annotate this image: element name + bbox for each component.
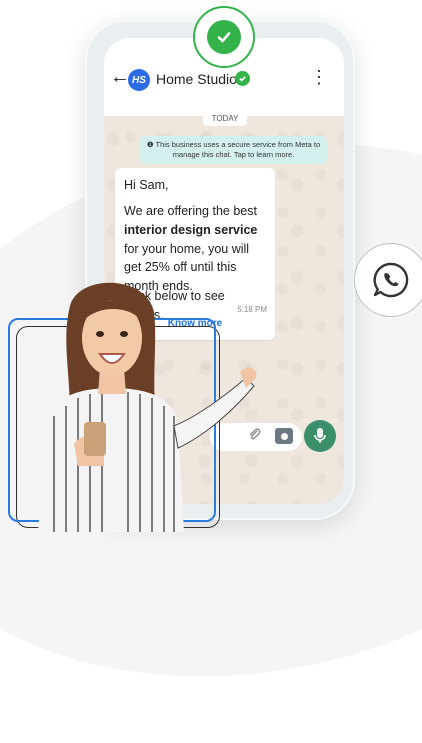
- whatsapp-icon: [354, 243, 422, 317]
- info-icon: ❶: [146, 140, 156, 149]
- offer-highlight: interior design service: [124, 222, 258, 237]
- verified-badge: [193, 6, 255, 68]
- date-divider: TODAY: [203, 110, 247, 126]
- security-notice-text: This business uses a secure service from…: [155, 140, 321, 160]
- kebab-menu-icon[interactable]: ⋮: [310, 68, 328, 86]
- back-arrow-icon[interactable]: ←: [110, 66, 130, 89]
- message-greeting: Hi Sam,: [124, 178, 169, 192]
- verified-check-icon: [235, 71, 250, 86]
- avatar[interactable]: HS: [128, 69, 150, 91]
- woman-holding-phone-photo: [38, 282, 257, 532]
- camera-icon[interactable]: [275, 428, 293, 444]
- microphone-button[interactable]: [304, 420, 336, 452]
- business-name[interactable]: Home Studioz: [156, 71, 244, 87]
- security-notice[interactable]: ❶ This business uses a secure service fr…: [140, 136, 327, 165]
- offer-prefix: We are offering the best: [124, 204, 257, 218]
- microphone-icon: [314, 428, 326, 443]
- verified-check-icon: [207, 20, 241, 54]
